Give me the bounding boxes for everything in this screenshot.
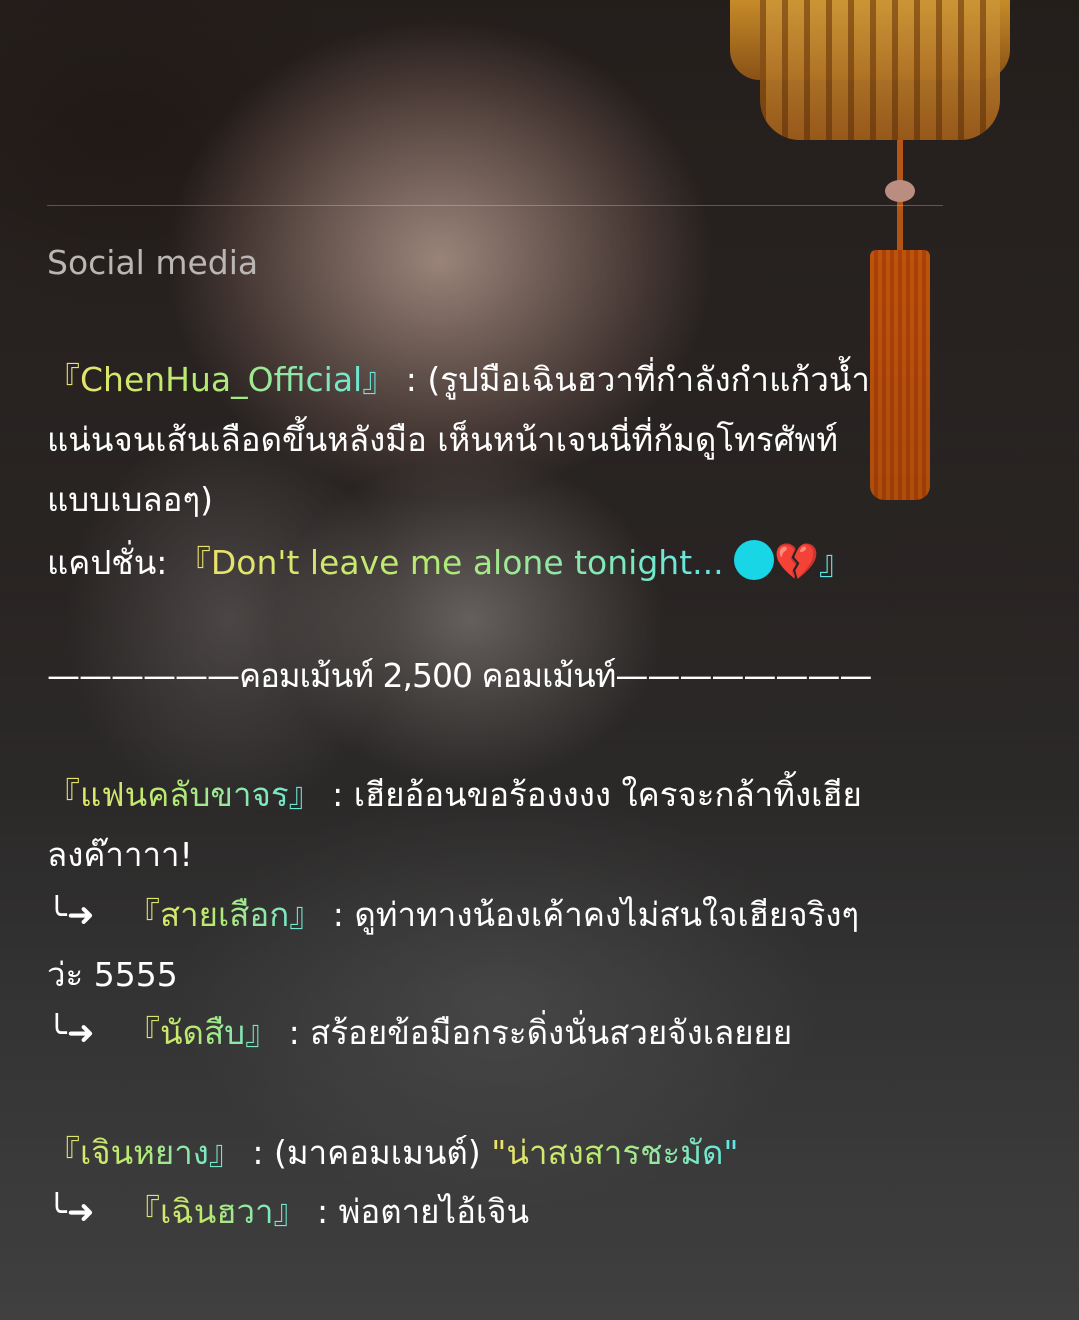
comment-user[interactable]: 『แฟนคลับขาจร』 xyxy=(47,775,322,814)
reply-text: : สร้อยข้อมือกระดิ่งนั่นสวยจังเลยยย xyxy=(278,1013,793,1052)
caption-label: แคปชั่น: xyxy=(47,543,178,582)
caption-text: 『Don't leave me alone tonight... xyxy=(177,543,724,582)
reply-user[interactable]: 『สายเสือก』 xyxy=(127,895,322,934)
reply-arrow-icon: ╰➜ xyxy=(47,1192,95,1231)
post-line-1: 『ChenHua_Official』 : (รูปมือเฉินฮวาที่กำ… xyxy=(47,360,870,400)
broken-heart-icon: 💔 xyxy=(774,542,819,583)
comment-text: : (มาคอมเมนต์) xyxy=(241,1133,492,1172)
reply-arrow-icon: ╰➜ xyxy=(47,895,95,934)
post-description-line-3: แบบเบลอๆ) xyxy=(47,480,214,519)
reply-text-line-2: ว่ะ 5555 xyxy=(47,955,178,994)
section-heading: Social media xyxy=(47,243,259,282)
comments-divider: ——————คอมเม้นท์ 2,500 คอมเม้นท์———————— xyxy=(47,656,872,695)
comment-text-line-2: ลงค๊าาาา! xyxy=(47,835,193,874)
post-author[interactable]: 『ChenHua_Official』 xyxy=(47,360,395,399)
blue-circle-icon xyxy=(734,540,775,580)
reply-arrow-icon: ╰➜ xyxy=(47,1013,95,1052)
comment-text: : เฮียอ้อนขอร้องงงง ใครจะกล้าทิ้งเฮีย xyxy=(321,775,862,814)
post-description: : (รูปมือเฉินฮวาที่กำลังกำแก้วน้ำ xyxy=(395,360,870,399)
comment: 『เจินหยาง』 : (มาคอมเมนต์) "น่าสงสารชะมัด… xyxy=(47,1133,739,1173)
reply: ╰➜ 『นัดสืบ』 : สร้อยข้อมือกระดิ่งนั่นสวยจั… xyxy=(47,1013,792,1053)
reply-user[interactable]: 『นัดสืบ』 xyxy=(127,1013,278,1052)
reply-text: : ดูท่าทางน้องเค้าคงไม่สนใจเฮียจริงๆ xyxy=(322,895,860,934)
reply-text: : พ่อตายไอ้เจิน xyxy=(306,1192,530,1231)
section-divider xyxy=(47,205,943,206)
reply: ╰➜ 『เฉินฮวา』 : พ่อตายไอ้เจิน xyxy=(47,1192,529,1232)
caption-close: 』 xyxy=(818,543,852,582)
post-description-line-2: แน่นจนเส้นเลือดขึ้นหลังมือ เห็นหน้าเจนนี… xyxy=(47,420,839,459)
reply: ╰➜ 『สายเสือก』 : ดูท่าทางน้องเค้าคงไม่สนใจ… xyxy=(47,895,859,935)
post-caption: แคปชั่น: 『Don't leave me alone tonight..… xyxy=(47,540,852,584)
comment-quote: "น่าสงสารชะมัด" xyxy=(491,1133,739,1172)
comment: 『แฟนคลับขาจร』 : เฮียอ้อนขอร้องงงง ใครจะก… xyxy=(47,775,862,815)
comment-user[interactable]: 『เจินหยาง』 xyxy=(47,1133,242,1172)
reply-user[interactable]: 『เฉินฮวา』 xyxy=(127,1192,307,1231)
